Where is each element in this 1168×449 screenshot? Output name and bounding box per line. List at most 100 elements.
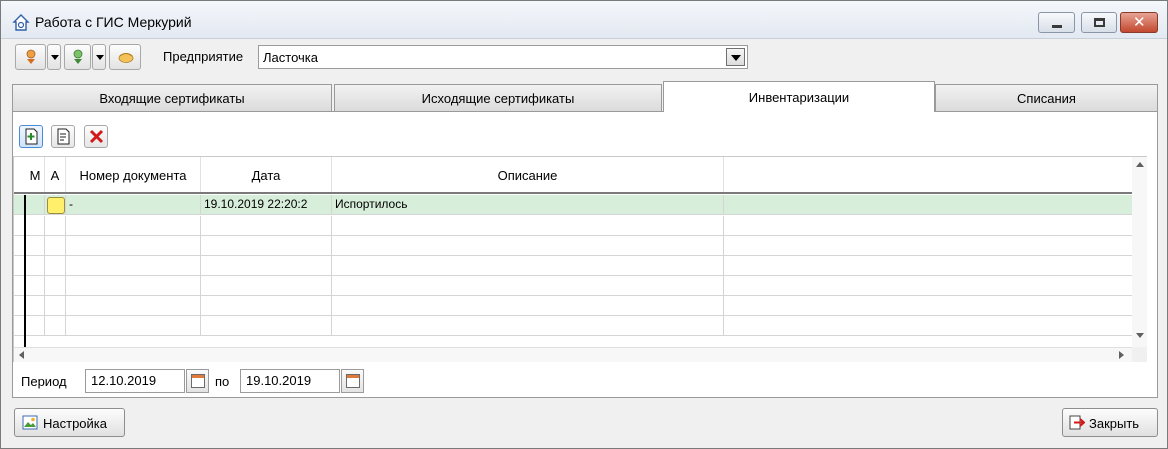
scroll-left-icon[interactable] xyxy=(19,351,24,359)
download-button[interactable] xyxy=(15,44,46,70)
upload-button[interactable] xyxy=(64,44,91,70)
app-icon xyxy=(12,14,30,31)
maximize-button[interactable] xyxy=(1081,12,1117,33)
cell-a[interactable] xyxy=(45,195,66,215)
empty-cell xyxy=(66,316,201,336)
delete-button[interactable] xyxy=(84,125,108,148)
period-to-calendar-button[interactable] xyxy=(341,369,364,393)
column-description[interactable]: Описание xyxy=(332,157,724,192)
empty-cell xyxy=(201,276,332,296)
settings-image-icon xyxy=(22,415,38,430)
scrollbar-corner xyxy=(1132,347,1147,362)
minimize-button[interactable] xyxy=(1038,12,1075,33)
tab-inventories[interactable]: Инвентаризации xyxy=(663,81,935,112)
tab-outgoing-certificates[interactable]: Исходящие сертификаты xyxy=(334,84,662,112)
settings-button[interactable]: Настройка xyxy=(14,408,125,437)
empty-cell xyxy=(66,256,201,276)
empty-cell xyxy=(66,276,201,296)
close-button-label: Закрыть xyxy=(1089,416,1140,431)
calendar-icon xyxy=(191,374,205,388)
tab-write-offs[interactable]: Списания xyxy=(935,84,1158,112)
upload-icon xyxy=(73,49,83,64)
cell-date: 19.10.2019 22:20:2 xyxy=(201,195,332,215)
add-button[interactable] xyxy=(19,125,43,148)
period-to-input[interactable]: 19.10.2019 xyxy=(240,369,340,393)
enterprise-dropdown-button[interactable] xyxy=(726,48,745,66)
grid-header: М А Номер документа Дата Описание xyxy=(14,157,1132,194)
close-icon: ✕ xyxy=(1133,14,1146,31)
enterprise-select[interactable]: Ласточка xyxy=(258,45,748,69)
column-document-number[interactable]: Номер документа xyxy=(66,157,201,192)
minimize-icon xyxy=(1052,25,1062,28)
download-dropdown[interactable] xyxy=(47,44,61,70)
period-from-input[interactable]: 12.10.2019 xyxy=(85,369,185,393)
vertical-scrollbar[interactable] xyxy=(1132,157,1147,347)
scroll-right-icon[interactable] xyxy=(1119,351,1124,359)
empty-cell xyxy=(332,296,724,316)
empty-cell xyxy=(26,276,45,296)
empty-cell xyxy=(332,256,724,276)
enterprise-label: Предприятие xyxy=(163,49,244,64)
download-icon xyxy=(26,49,36,64)
status-indicator xyxy=(47,197,65,214)
inventory-grid[interactable]: М А Номер документа Дата Описание - 19.1… xyxy=(13,156,1147,362)
empty-cell xyxy=(45,276,66,296)
empty-cell xyxy=(66,236,201,256)
empty-cell xyxy=(45,216,66,236)
scroll-up-icon[interactable] xyxy=(1136,162,1144,167)
cell-m xyxy=(26,195,45,215)
table-row xyxy=(14,276,1132,296)
table-row xyxy=(14,316,1132,336)
column-a[interactable]: А xyxy=(45,157,66,192)
table-row xyxy=(14,216,1132,236)
empty-cell xyxy=(332,216,724,236)
table-row xyxy=(14,296,1132,316)
upload-dropdown[interactable] xyxy=(92,44,106,70)
empty-cell xyxy=(332,236,724,256)
empty-cell xyxy=(45,256,66,276)
handshake-icon xyxy=(118,53,134,63)
empty-cell xyxy=(201,316,332,336)
period-from-calendar-button[interactable] xyxy=(186,369,209,393)
empty-cell xyxy=(45,296,66,316)
empty-cell xyxy=(45,316,66,336)
edit-button[interactable] xyxy=(51,125,75,148)
empty-cell xyxy=(26,316,45,336)
table-row xyxy=(14,236,1132,256)
chevron-down-icon xyxy=(731,55,741,61)
period-label: Период xyxy=(21,374,67,389)
empty-cell xyxy=(26,296,45,316)
handshake-button[interactable] xyxy=(109,44,141,70)
scroll-down-icon[interactable] xyxy=(1136,333,1144,338)
empty-cell xyxy=(66,216,201,236)
empty-cell xyxy=(45,236,66,256)
table-row xyxy=(14,256,1132,276)
empty-cell xyxy=(26,256,45,276)
main-window: Работа с ГИС Меркурий ✕ Предприятие Ласт… xyxy=(0,0,1168,449)
empty-cell xyxy=(201,216,332,236)
column-date[interactable]: Дата xyxy=(201,157,332,192)
close-window-button[interactable]: ✕ xyxy=(1120,12,1158,33)
empty-cell xyxy=(332,276,724,296)
column-m[interactable]: М xyxy=(26,157,45,192)
add-document-icon xyxy=(25,128,38,145)
table-row[interactable]: - 19.10.2019 22:20:2 Испортилось xyxy=(14,195,1132,215)
horizontal-scrollbar[interactable] xyxy=(14,347,1132,362)
maximize-icon xyxy=(1094,18,1105,27)
window-title: Работа с ГИС Меркурий xyxy=(35,14,192,30)
chevron-down-icon xyxy=(51,55,59,60)
empty-cell xyxy=(26,216,45,236)
close-button[interactable]: Закрыть xyxy=(1062,408,1158,437)
cell-document-number: - xyxy=(66,195,201,215)
empty-cell xyxy=(332,316,724,336)
calendar-icon xyxy=(346,374,360,388)
empty-cell xyxy=(201,296,332,316)
cell-description: Испортилось xyxy=(332,195,724,215)
title-bar[interactable]: Работа с ГИС Меркурий ✕ xyxy=(1,1,1167,39)
empty-cell xyxy=(201,236,332,256)
empty-cell xyxy=(201,256,332,276)
empty-cell xyxy=(66,296,201,316)
tab-bar: Входящие сертификаты Исходящие сертифика… xyxy=(12,81,1158,112)
tab-incoming-certificates[interactable]: Входящие сертификаты xyxy=(12,84,332,112)
row-indicator-column xyxy=(14,195,26,347)
